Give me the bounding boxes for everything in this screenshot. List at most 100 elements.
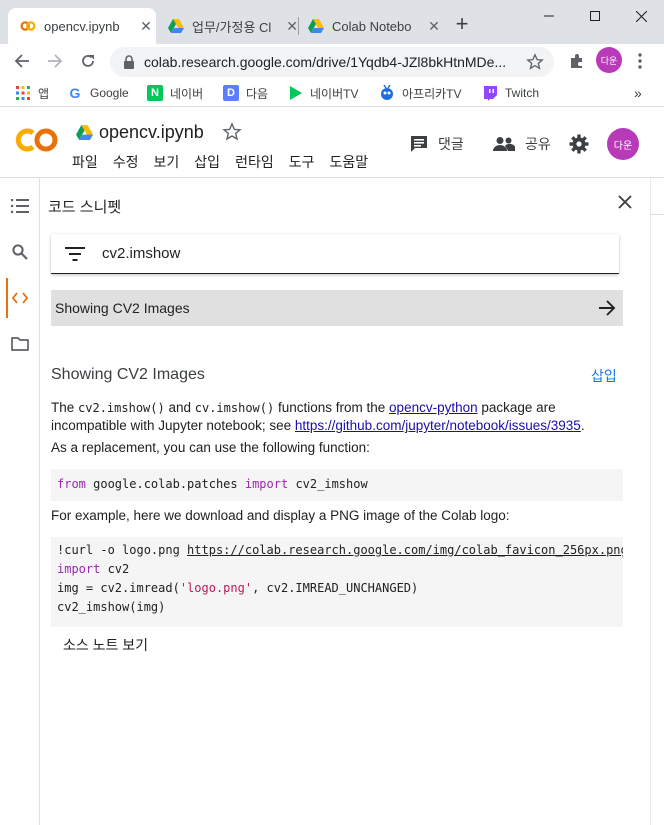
menu-tools[interactable]: 도구 bbox=[289, 152, 315, 172]
snippet-description: The cv2.imshow() and cv.imshow() functio… bbox=[51, 399, 627, 435]
minimize-button[interactable] bbox=[526, 0, 572, 32]
play-icon bbox=[290, 86, 302, 100]
menu-view[interactable]: 보기 bbox=[154, 152, 180, 172]
account-avatar[interactable]: 다운 bbox=[607, 128, 639, 160]
code-block-import[interactable]: from google.colab.patches import cv2_ims… bbox=[51, 469, 623, 501]
snippet-paragraph: As a replacement, you can use the follow… bbox=[51, 440, 370, 455]
twitch-icon bbox=[484, 86, 497, 101]
filter-icon[interactable] bbox=[65, 246, 85, 262]
code-url: https://colab.research.google.com/img/co… bbox=[187, 543, 623, 557]
bookmark-naver[interactable]: N 네이버 bbox=[147, 84, 203, 102]
snippet-search-field[interactable]: cv2.imshow bbox=[51, 234, 619, 274]
bookmark-label: 네이버TV bbox=[310, 86, 359, 101]
text: . bbox=[580, 418, 585, 433]
star-icon[interactable] bbox=[222, 122, 242, 142]
maximize-button[interactable] bbox=[572, 0, 618, 32]
tab-colab-notebooks[interactable]: Colab Notebo ✕ bbox=[296, 8, 444, 44]
code-keyword: import bbox=[244, 477, 289, 491]
files-button[interactable] bbox=[8, 332, 32, 356]
code-string: 'logo.png' bbox=[179, 581, 253, 595]
code-text: cv2_imshow bbox=[288, 477, 368, 491]
comment-button[interactable]: 댓글 bbox=[410, 134, 464, 154]
apps-grid-icon bbox=[16, 86, 30, 100]
code-block-example[interactable]: !curl -o logo.png https://colab.research… bbox=[51, 537, 623, 627]
menu-insert[interactable]: 삽입 bbox=[194, 152, 220, 172]
comment-label: 댓글 bbox=[438, 136, 464, 152]
browser-tab-strip: opencv.ipynb ✕ 업무/가정용 Cl ✕ Colab Notebo … bbox=[0, 0, 664, 44]
bookmarks-overflow-button[interactable]: » bbox=[634, 84, 642, 102]
gear-icon[interactable] bbox=[569, 134, 589, 154]
code-text: cv2 bbox=[100, 562, 130, 576]
inline-code: cv.imshow() bbox=[194, 401, 275, 415]
browser-menu-button[interactable] bbox=[628, 49, 652, 73]
code-text: img = cv2.imread( bbox=[57, 581, 180, 595]
browser-profile-avatar[interactable]: 다운 bbox=[596, 47, 622, 73]
back-button[interactable] bbox=[10, 49, 34, 73]
extensions-button[interactable] bbox=[565, 49, 589, 73]
more-vert-icon bbox=[638, 53, 642, 69]
arrow-right-icon bbox=[48, 54, 63, 68]
code-text: !curl -o logo.png bbox=[57, 543, 188, 557]
menu-edit[interactable]: 수정 bbox=[113, 152, 139, 172]
bookmark-navertv[interactable]: 네이버TV bbox=[287, 84, 358, 102]
list-icon bbox=[11, 199, 29, 213]
share-label: 공유 bbox=[525, 136, 551, 152]
bookmark-label: 네이버 bbox=[170, 86, 204, 101]
colab-logo[interactable] bbox=[14, 124, 60, 156]
tab-title: opencv.ipynb bbox=[44, 18, 120, 34]
opencv-python-link[interactable]: opencv-python bbox=[389, 400, 478, 415]
bookmark-twitch[interactable]: Twitch bbox=[482, 84, 539, 102]
insert-button[interactable]: 삽입 bbox=[591, 366, 617, 386]
bookmark-afreecatv[interactable]: 아프리카TV bbox=[379, 84, 462, 102]
tab-opencv[interactable]: opencv.ipynb ✕ bbox=[8, 8, 156, 44]
search-input[interactable]: cv2.imshow bbox=[102, 245, 180, 262]
code-snippets-button[interactable] bbox=[8, 286, 32, 310]
bookmarks-bar: 앱 G Google N 네이버 D 다음 네이버TV 아프리카TV Twitc… bbox=[0, 79, 664, 107]
bookmark-apps[interactable]: 앱 bbox=[15, 84, 49, 102]
close-icon[interactable]: ✕ bbox=[138, 18, 154, 34]
address-bar[interactable]: colab.research.google.com/drive/1Yqdb4-J… bbox=[110, 47, 554, 77]
share-button[interactable]: 공유 bbox=[493, 134, 551, 154]
bookmark-google[interactable]: G Google bbox=[67, 84, 129, 102]
close-icon[interactable] bbox=[614, 191, 636, 213]
notebook-edge bbox=[650, 178, 664, 825]
snippet-result-item[interactable]: Showing CV2 Images bbox=[51, 290, 623, 326]
window-close-button[interactable] bbox=[618, 0, 664, 32]
menu-help[interactable]: 도움말 bbox=[329, 152, 368, 172]
reload-button[interactable] bbox=[76, 49, 100, 73]
url-text: colab.research.google.com/drive/1Yqdb4-J… bbox=[144, 54, 507, 70]
view-source-notebook-link[interactable]: 소스 노트 보기 bbox=[63, 635, 148, 655]
naver-icon: N bbox=[147, 85, 163, 101]
reload-icon bbox=[82, 55, 94, 67]
notebook-title-text: opencv.ipynb bbox=[99, 122, 204, 142]
bookmark-daum[interactable]: D 다음 bbox=[223, 84, 268, 102]
search-icon bbox=[12, 244, 28, 260]
code-snippets-panel: 코드 스니펫 cv2.imshow Showing CV2 Images Sho… bbox=[40, 178, 650, 825]
github-issue-link[interactable]: https://github.com/jupyter/notebook/issu… bbox=[295, 418, 581, 433]
afreecatv-icon bbox=[381, 85, 393, 100]
tab-title: 업무/가정용 Cl bbox=[192, 19, 272, 35]
colab-header: opencv.ipynb 파일 수정 보기 삽입 런타임 도구 도움말 댓글 공… bbox=[0, 108, 664, 178]
text: functions from the bbox=[274, 400, 390, 415]
search-button[interactable] bbox=[8, 240, 32, 264]
notebook-title[interactable]: opencv.ipynb bbox=[76, 122, 204, 143]
bookmark-star-icon[interactable] bbox=[526, 53, 544, 71]
menu-file[interactable]: 파일 bbox=[72, 152, 98, 172]
forward-button[interactable] bbox=[43, 49, 67, 73]
google-drive-icon bbox=[76, 125, 93, 140]
comment-icon bbox=[411, 136, 427, 152]
code-text: google.colab.patches bbox=[85, 477, 245, 491]
people-icon bbox=[493, 137, 515, 151]
google-drive-icon bbox=[168, 19, 184, 33]
minimize-icon bbox=[544, 15, 554, 17]
text: and bbox=[164, 400, 195, 415]
close-icon[interactable]: ✕ bbox=[426, 18, 442, 34]
toc-button[interactable] bbox=[8, 194, 32, 218]
new-tab-button[interactable]: + bbox=[450, 13, 474, 37]
arrow-right-icon[interactable] bbox=[597, 298, 617, 318]
bookmark-label: 앱 bbox=[38, 86, 50, 101]
tab-title: Colab Notebo bbox=[332, 18, 412, 34]
lock-icon bbox=[124, 55, 134, 69]
menu-runtime[interactable]: 런타임 bbox=[235, 152, 274, 172]
tab-drive[interactable]: 업무/가정용 Cl ✕ bbox=[156, 8, 300, 44]
